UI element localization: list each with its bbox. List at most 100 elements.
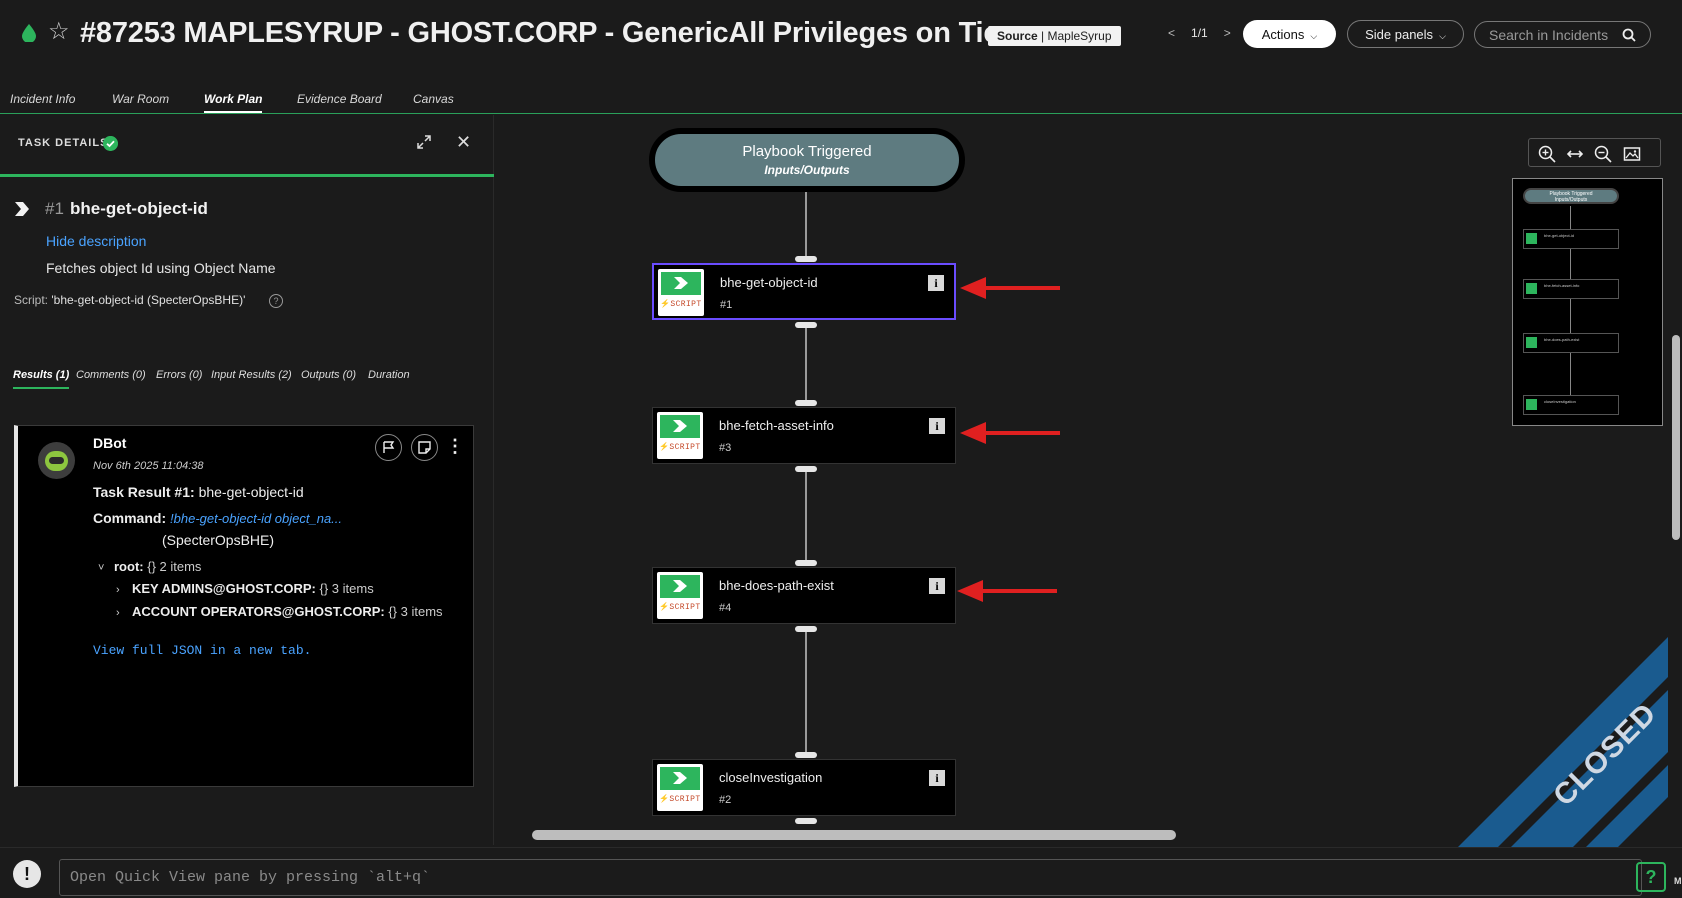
actions-button[interactable]: Actions ⌵ — [1243, 20, 1336, 48]
markdown-icon[interactable]: M↓ — [1674, 876, 1682, 886]
tab-errors[interactable]: Errors (0) — [156, 369, 202, 381]
script-node-icon: ⚡SCRIPT — [657, 412, 703, 459]
hide-description-link[interactable]: Hide description — [46, 233, 146, 249]
alert-icon[interactable]: ! — [13, 860, 41, 888]
expand-arrow-icon[interactable]: › — [116, 584, 132, 596]
collapse-icon[interactable]: ˅ — [98, 562, 114, 574]
canvas-vertical-scrollbar[interactable] — [1668, 115, 1682, 845]
minimap-node-name: bhe-does-path-exist — [1544, 337, 1580, 342]
tab-incident-info[interactable]: Incident Info — [10, 92, 75, 106]
help-button[interactable]: ? — [1636, 862, 1666, 892]
app-root: ☆ #87253 MAPLESYRUP - GHOST.CORP - Gener… — [0, 0, 1682, 898]
quick-view-input[interactable] — [60, 860, 1641, 895]
task-details-heading: TASK DETAILS — [18, 137, 109, 149]
pager-next-button[interactable]: > — [1224, 26, 1231, 40]
task-chevron-icon — [15, 202, 29, 216]
script-node-icon: ⚡SCRIPT — [657, 764, 703, 811]
command-link[interactable]: !bhe-get-object-id object_na... — [170, 511, 342, 526]
incident-pager: <1/1 > — [1160, 26, 1239, 40]
json-tree-row[interactable]: › KEY ADMINS@GHOST.CORP: {} 3 items — [116, 581, 374, 596]
tab-war-room[interactable]: War Room — [112, 92, 169, 106]
canvas-zoom-toolbar — [1528, 138, 1661, 167]
close-icon[interactable]: ✕ — [456, 132, 471, 153]
search-input[interactable] — [1489, 26, 1629, 43]
favorite-star-icon[interactable]: ☆ — [48, 19, 70, 45]
severity-drop-icon — [22, 24, 36, 42]
zoom-out-icon[interactable] — [1594, 145, 1612, 163]
playbook-task-node[interactable]: ⚡SCRIPT bhe-does-path-exist #4 i — [652, 567, 956, 624]
expand-icon[interactable] — [416, 134, 432, 150]
flag-button[interactable] — [375, 434, 402, 461]
flow-edge — [805, 326, 807, 402]
minimap-edge — [1570, 299, 1571, 333]
node-number: #2 — [719, 794, 732, 806]
incident-tabs: Incident Info War Room Work Plan Evidenc… — [0, 84, 1682, 114]
playbook-task-node[interactable]: ⚡SCRIPT bhe-get-object-id #1 i — [652, 263, 956, 320]
node-port[interactable] — [795, 626, 817, 632]
node-port[interactable] — [795, 818, 817, 824]
expand-arrow-icon[interactable]: › — [116, 607, 132, 619]
horizontal-scroll-thumb[interactable] — [532, 830, 1176, 840]
tab-work-plan[interactable]: Work Plan — [204, 92, 263, 113]
playbook-minimap[interactable]: Playbook Triggered Inputs/Outputs bhe-get… — [1512, 178, 1663, 426]
source-label: Source — [997, 29, 1038, 43]
playbook-task-node[interactable]: ⚡SCRIPT closeInvestigation #2 i — [652, 759, 956, 816]
json-tree-row[interactable]: › ACCOUNT OPERATORS@GHOST.CORP: {} 3 item… — [116, 604, 443, 619]
json-key: KEY ADMINS@GHOST.CORP: — [132, 581, 316, 596]
result-title: Task Result #1: bhe-get-object-id — [93, 484, 304, 500]
fit-width-icon[interactable] — [1566, 145, 1584, 163]
node-port[interactable] — [795, 560, 817, 566]
tab-outputs[interactable]: Outputs (0) — [301, 369, 356, 381]
source-value: MapleSyrup — [1047, 29, 1112, 43]
info-icon[interactable]: i — [929, 578, 945, 594]
playbook-task-node[interactable]: ⚡SCRIPT bhe-fetch-asset-info #3 i — [652, 407, 956, 464]
node-port[interactable] — [795, 466, 817, 472]
task-name: bhe-get-object-id — [70, 199, 208, 218]
info-icon[interactable]: i — [929, 418, 945, 434]
info-icon[interactable]: i — [928, 275, 944, 291]
minimap-edge — [1570, 249, 1571, 279]
playbook-triggered-node[interactable]: Playbook Triggered Inputs/Outputs — [649, 128, 965, 192]
more-options-icon[interactable]: ⋮ — [446, 436, 464, 457]
minimap-node: closeInvestigation — [1523, 395, 1619, 415]
view-full-json-link[interactable]: View full JSON in a new tab. — [93, 643, 311, 658]
playbook-canvas[interactable] — [496, 115, 1682, 845]
search-icon[interactable] — [1622, 28, 1636, 42]
pager-prev-button[interactable]: < — [1168, 26, 1175, 40]
tab-evidence-board[interactable]: Evidence Board — [297, 92, 382, 106]
task-details-panel: TASK DETAILS ✕ #1 bhe-get-object-id Hide… — [0, 115, 494, 845]
node-port[interactable] — [795, 752, 817, 758]
task-result-card: DBot Nov 6th 2025 11:04:38 ⋮ Task Result… — [14, 425, 474, 787]
node-port[interactable] — [795, 256, 817, 262]
red-arrow-annotation — [960, 422, 1060, 444]
node-port[interactable] — [795, 322, 817, 328]
json-tree-row[interactable]: ˅ root: {} 2 items — [98, 559, 201, 574]
side-panels-button[interactable]: Side panels ⌵ — [1347, 20, 1464, 48]
minimap-node-name: bhe-fetch-asset-info — [1544, 283, 1580, 288]
tab-input-results[interactable]: Input Results (2) — [211, 369, 292, 381]
result-command: Command: !bhe-get-object-id object_na... — [93, 510, 342, 526]
result-title-label: Task Result #1: — [93, 484, 195, 500]
json-meta: {} 3 items — [319, 581, 374, 596]
source-badge: Source | MapleSyrup — [988, 26, 1121, 46]
note-button[interactable] — [411, 434, 438, 461]
minimap-node: bhe-get-object-id — [1523, 229, 1619, 249]
tab-results[interactable]: Results (1) — [13, 369, 70, 389]
incident-search — [1474, 21, 1651, 48]
node-port[interactable] — [795, 400, 817, 406]
incident-title: #87253 MAPLESYRUP - GHOST.CORP - Generic… — [80, 17, 1042, 49]
tab-duration[interactable]: Duration — [368, 369, 410, 381]
flow-edge — [805, 630, 807, 752]
zoom-in-icon[interactable] — [1538, 145, 1556, 163]
export-image-icon[interactable] — [1623, 145, 1641, 163]
vertical-scroll-thumb[interactable] — [1672, 335, 1680, 540]
flow-edge — [805, 192, 807, 258]
help-icon[interactable]: ? — [269, 294, 283, 308]
minimap-start-node: Playbook Triggered Inputs/Outputs — [1523, 188, 1619, 204]
minimap-node-name: bhe-get-object-id — [1544, 233, 1575, 238]
tab-comments[interactable]: Comments (0) — [76, 369, 146, 381]
info-icon[interactable]: i — [929, 770, 945, 786]
node-number: #3 — [719, 442, 732, 454]
json-key: root: — [114, 559, 144, 574]
tab-canvas[interactable]: Canvas — [413, 92, 454, 106]
